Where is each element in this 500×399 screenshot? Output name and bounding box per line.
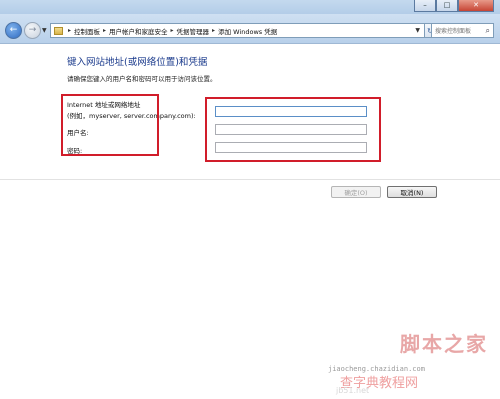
breadcrumb-separator[interactable]: ▸	[171, 27, 174, 34]
navigation-bar: ← → ▼ ▸ 控制面板 ▸ 用户帐户和家庭安全 ▸ 凭据管理器 ▸ 添加 Wi…	[0, 14, 500, 44]
breadcrumb-add-windows-credential[interactable]: 添加 Windows 凭据	[218, 26, 277, 36]
close-icon[interactable]: ✕	[458, 0, 494, 12]
search-input[interactable]: 搜索控制面板 ⌕	[431, 23, 494, 38]
minimize-icon[interactable]: –	[414, 0, 436, 12]
fields-highlight-box	[205, 97, 381, 162]
breadcrumb-credential-manager[interactable]: 凭据管理器	[177, 26, 210, 36]
breadcrumb-control-panel[interactable]: 控制面板	[74, 26, 100, 36]
breadcrumb-separator[interactable]: ▸	[103, 27, 106, 34]
breadcrumb-separator[interactable]: ▸	[212, 27, 215, 34]
address-bar[interactable]: ▸ 控制面板 ▸ 用户帐户和家庭安全 ▸ 凭据管理器 ▸ 添加 Windows …	[50, 23, 425, 38]
forward-arrow-icon[interactable]: →	[24, 22, 41, 39]
breadcrumb-separator[interactable]: ▸	[68, 27, 71, 34]
window-controls: – □ ✕	[414, 0, 494, 12]
window-titlebar: – □ ✕	[0, 0, 500, 14]
instruction-text: 请确保您键入的用户名和密码可以用于访问该位置。	[67, 75, 217, 83]
address-dropdown-icon[interactable]: ▼	[415, 27, 420, 34]
divider	[0, 179, 500, 180]
search-icon[interactable]: ⌕	[486, 26, 490, 36]
watermark-url: jb51.net	[336, 386, 370, 395]
history-dropdown-icon[interactable]: ▼	[42, 27, 47, 34]
back-arrow-icon[interactable]: ←	[5, 22, 22, 39]
control-panel-folder-icon	[54, 26, 63, 35]
breadcrumb-user-accounts[interactable]: 用户帐户和家庭安全	[109, 26, 168, 36]
page-title: 键入网站地址(或网络位置)和凭据	[67, 57, 208, 68]
watermark-logo: 脚本之家	[400, 332, 488, 356]
search-placeholder: 搜索控制面板	[435, 28, 472, 35]
cancel-button[interactable]: 取消(N)	[387, 186, 437, 198]
labels-highlight-box	[61, 94, 159, 156]
maximize-icon[interactable]: □	[436, 0, 458, 12]
ok-button[interactable]: 确定(O)	[331, 186, 381, 198]
